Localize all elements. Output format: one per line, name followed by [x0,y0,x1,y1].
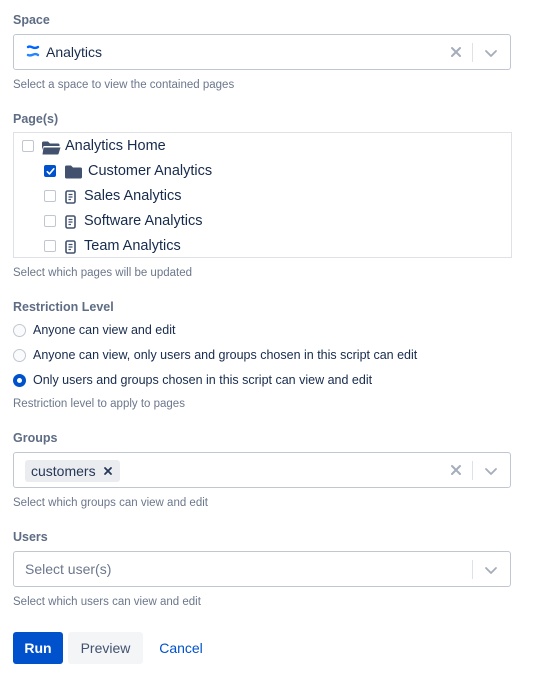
radio-anyone-view-chosen-edit[interactable]: Anyone can view, only users and groups c… [13,348,513,366]
restriction-help: Restriction level to apply to pages [13,398,185,410]
cancel-button[interactable]: Cancel [148,632,214,664]
checkmark-icon [46,168,55,175]
group-chip: customers [25,460,120,482]
preview-button[interactable]: Preview [68,632,143,664]
page-icon [65,240,76,254]
radio-button[interactable] [13,324,26,337]
radio-button[interactable] [13,349,26,362]
radio-label: Anyone can view, only users and groups c… [33,348,418,362]
page-icon [65,190,76,204]
page-checkbox[interactable] [22,140,34,152]
clear-icon[interactable] [448,462,464,478]
users-placeholder: Select user(s) [25,561,112,577]
tree-item-analytics-home[interactable]: Analytics Home [14,136,511,158]
confluence-space-icon [26,45,40,57]
tree-item-customer-analytics[interactable]: Customer Analytics [14,161,511,183]
tree-item-team-analytics[interactable]: Team Analytics [14,236,511,257]
radio-only-chosen[interactable]: Only users and groups chosen in this scr… [13,373,513,391]
remove-chip-icon[interactable] [103,465,113,477]
folder-open-icon [42,141,61,155]
space-label: Space [13,13,50,27]
page-label: Team Analytics [84,238,181,254]
radio-anyone-view-edit[interactable]: Anyone can view and edit [13,323,413,341]
tree-item-software-analytics[interactable]: Software Analytics [14,211,511,233]
page-label: Software Analytics [84,213,203,229]
radio-label: Only users and groups chosen in this scr… [33,373,373,387]
restriction-label: Restriction Level [13,300,114,314]
groups-help: Select which groups can view and edit [13,497,208,509]
chevron-down-icon[interactable] [483,562,499,578]
space-select[interactable]: Analytics [13,34,511,70]
page-checkbox[interactable] [44,215,56,227]
page-checkbox-checked[interactable] [44,165,56,177]
folder-icon [65,165,82,179]
select-divider [472,461,473,480]
pages-help: Select which pages will be updated [13,267,193,279]
users-select[interactable]: Select user(s) [13,551,511,587]
clear-icon[interactable] [448,44,464,60]
page-label: Customer Analytics [88,163,213,179]
users-help: Select which users can view and edit [13,596,201,608]
page-icon [65,215,76,229]
chevron-down-icon[interactable] [483,45,499,61]
groups-select[interactable]: customers [13,452,511,488]
tree-item-sales-analytics[interactable]: Sales Analytics [14,186,511,208]
page-label: Sales Analytics [84,188,182,204]
groups-label: Groups [13,431,58,445]
select-divider [472,560,473,579]
page-checkbox[interactable] [44,240,56,252]
page-label: Analytics Home [65,138,166,154]
space-value: Analytics [46,44,103,60]
radio-label: Anyone can view and edit [33,323,176,337]
run-button[interactable]: Run [13,632,63,664]
page-checkbox[interactable] [44,190,56,202]
group-chip-label: customers [31,463,96,479]
radio-button-selected[interactable] [13,374,26,387]
space-help: Select a space to view the contained pag… [13,79,235,91]
select-divider [472,43,473,62]
page-tree[interactable]: Analytics Home Customer Analytics Sales … [13,132,512,258]
pages-label: Page(s) [13,112,59,126]
chevron-down-icon[interactable] [483,463,499,479]
users-label: Users [13,530,48,544]
